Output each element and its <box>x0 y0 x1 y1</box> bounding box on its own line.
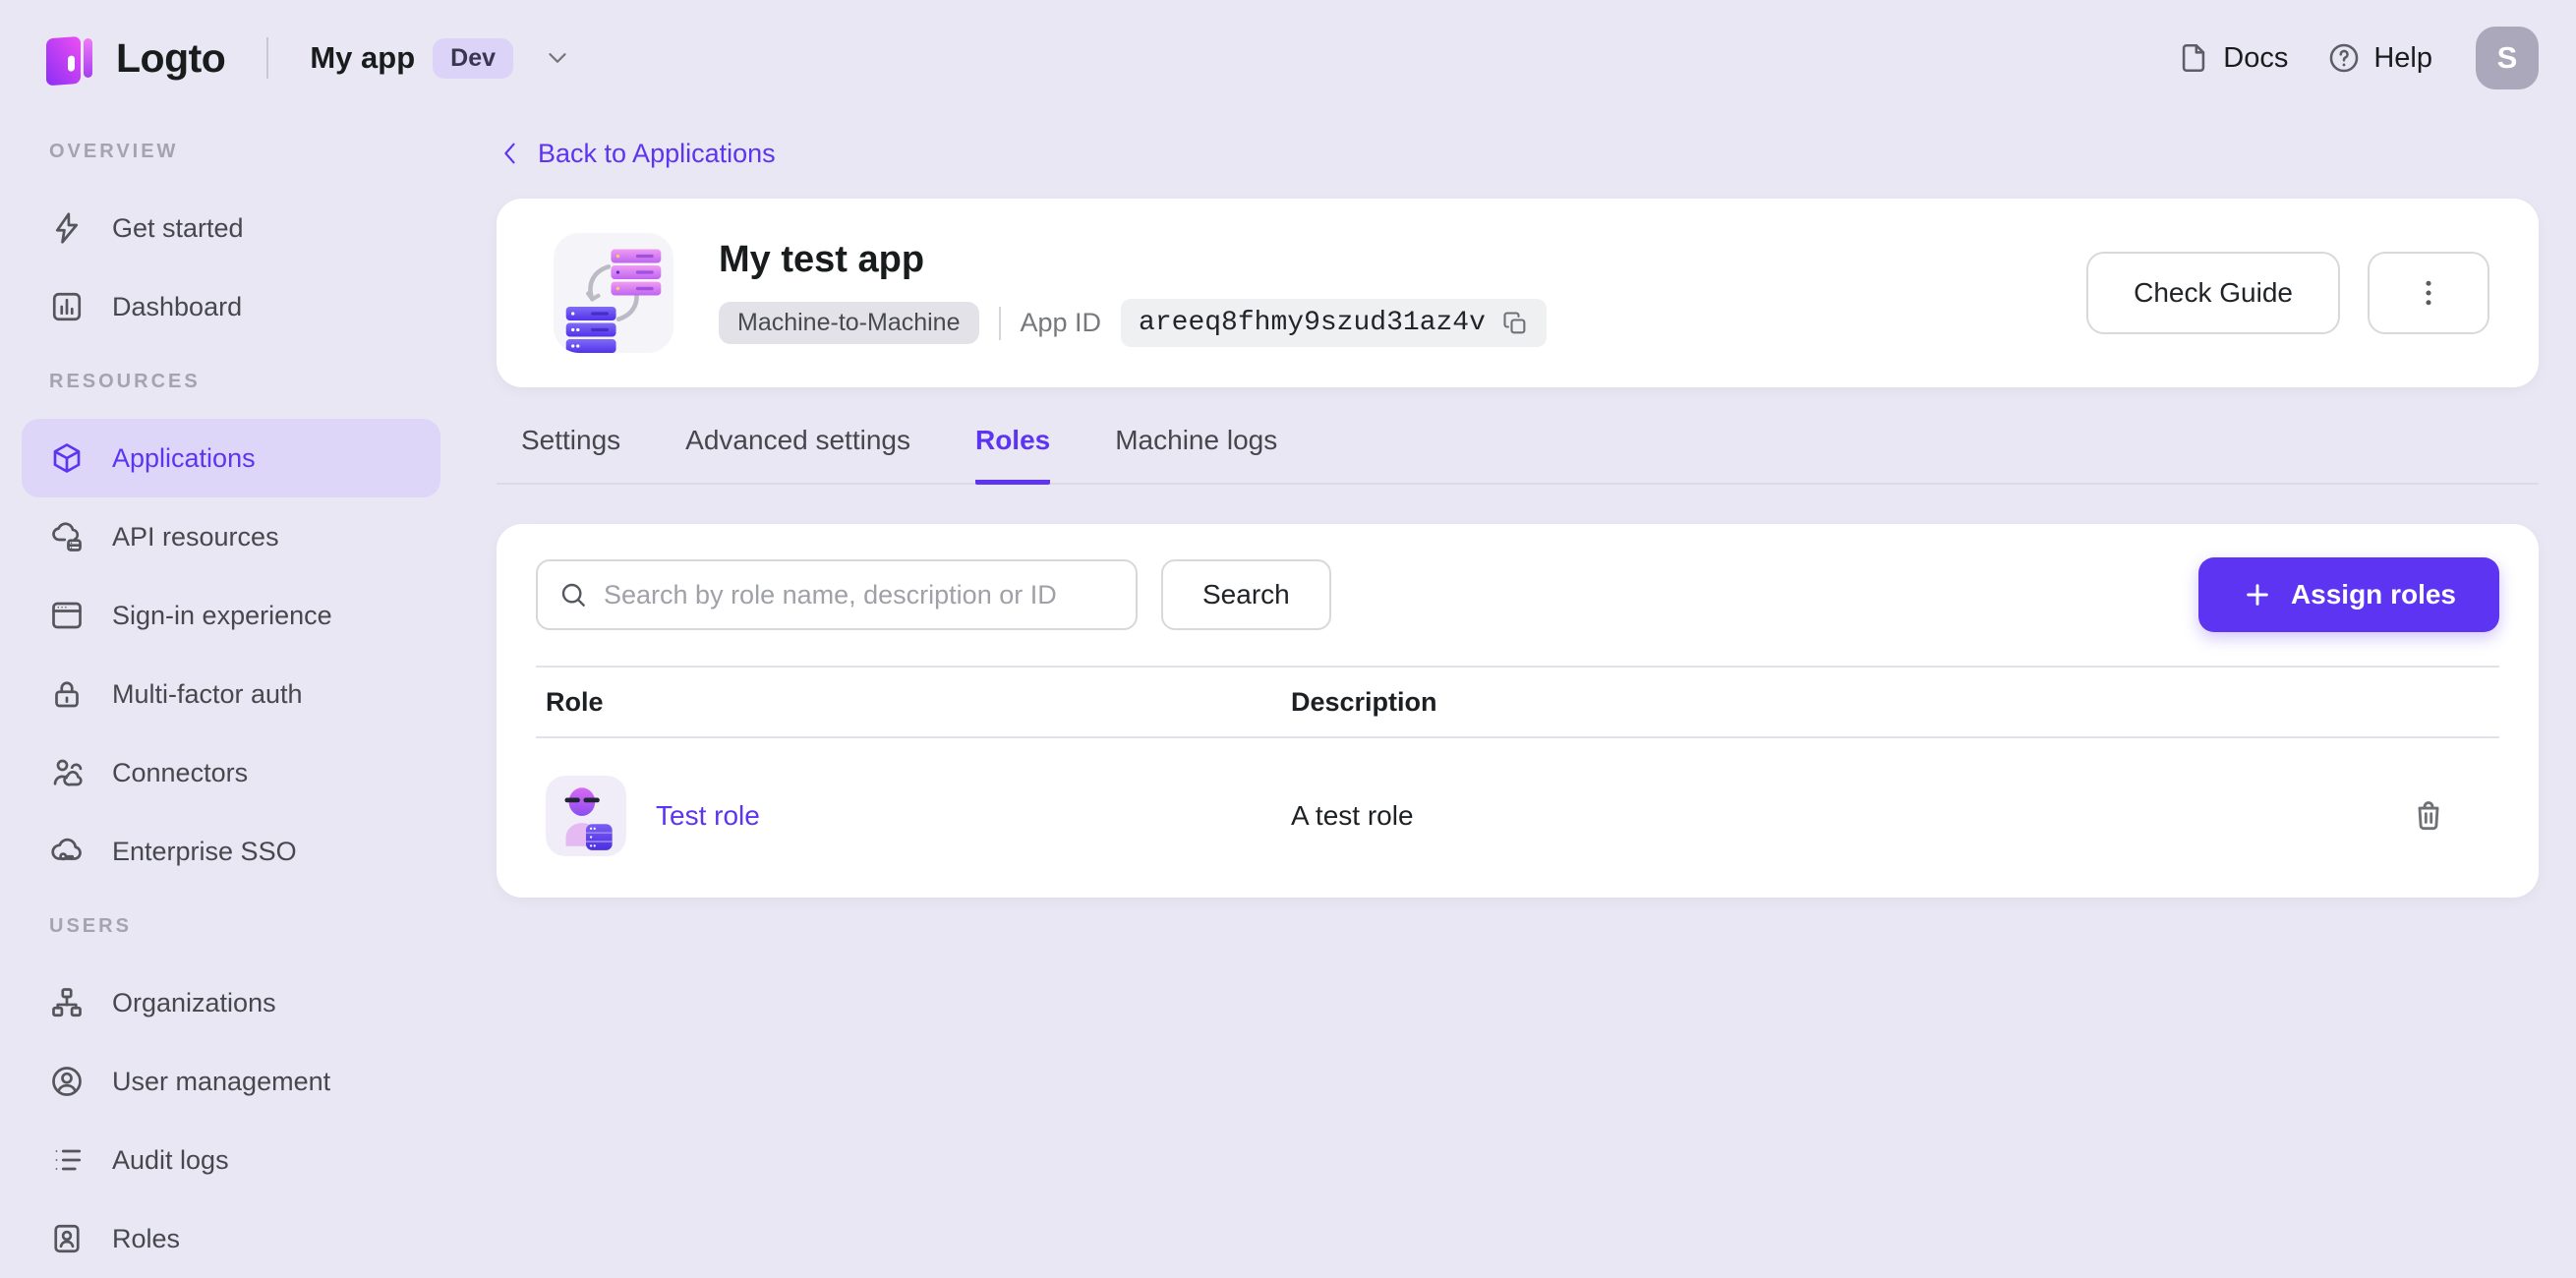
sidebar-item-organizations[interactable]: Organizations <box>22 963 440 1042</box>
search-button-label: Search <box>1202 579 1290 610</box>
cloud-key-icon <box>49 834 85 869</box>
sidebar-item-label: Sign-in experience <box>112 601 332 631</box>
sidebar-item-sign-in-experience[interactable]: Sign-in experience <box>22 576 440 655</box>
main-content: Back to Applications <box>497 116 2539 898</box>
sidebar-item-label: Applications <box>112 443 256 474</box>
logto-logo-icon <box>37 27 100 89</box>
roles-toolbar: Search Assign roles <box>536 557 2499 632</box>
more-actions-button[interactable] <box>2368 252 2489 334</box>
user-circle-icon <box>49 1064 85 1099</box>
top-bar: Logto My app Dev Docs Help S <box>0 0 2576 116</box>
app-id-chip[interactable]: areeq8fhmy9szud31az4v <box>1121 299 1547 347</box>
browser-icon <box>49 598 85 633</box>
check-guide-button[interactable]: Check Guide <box>2086 252 2340 334</box>
app-id-value: areeq8fhmy9szud31az4v <box>1139 308 1486 338</box>
sidebar-item-multi-factor-auth[interactable]: Multi-factor auth <box>22 655 440 733</box>
logto-logo[interactable]: Logto <box>37 27 225 89</box>
brand-name: Logto <box>116 35 225 82</box>
back-link-label: Back to Applications <box>538 139 776 169</box>
roles-panel: Search Assign roles Role Description <box>497 524 2539 898</box>
role-search-input[interactable] <box>604 580 1116 610</box>
role-name-link[interactable]: Test role <box>656 800 760 832</box>
person-cloud-icon <box>49 755 85 790</box>
tab-advanced-settings[interactable]: Advanced settings <box>685 425 910 483</box>
sidebar-section-users: USERS <box>49 914 462 938</box>
sidebar: OVERVIEW Get started Dashboard RESOURCES… <box>0 116 462 1274</box>
role-search-box <box>536 559 1138 630</box>
docs-button[interactable]: Docs <box>2177 41 2288 75</box>
search-button[interactable]: Search <box>1161 559 1331 630</box>
trash-icon <box>2410 797 2447 835</box>
plus-icon <box>2242 579 2273 610</box>
sidebar-item-audit-logs[interactable]: Audit logs <box>22 1121 440 1199</box>
assign-roles-button[interactable]: Assign roles <box>2198 557 2499 632</box>
app-title: My test app <box>719 239 1547 281</box>
org-chart-icon <box>49 985 85 1020</box>
column-header-description: Description <box>1291 687 2499 718</box>
help-button[interactable]: Help <box>2327 41 2432 75</box>
sidebar-item-label: Multi-factor auth <box>112 679 303 710</box>
question-circle-icon <box>2327 41 2361 75</box>
document-icon <box>2177 41 2210 75</box>
tab-settings[interactable]: Settings <box>521 425 620 483</box>
column-header-role: Role <box>536 687 1291 718</box>
sidebar-item-label: User management <box>112 1067 330 1097</box>
sidebar-item-label: Roles <box>112 1224 180 1254</box>
sidebar-item-get-started[interactable]: Get started <box>22 189 440 267</box>
tenant-switcher[interactable]: My app Dev <box>310 38 572 79</box>
sidebar-item-label: Connectors <box>112 758 248 788</box>
header-divider <box>266 37 268 79</box>
sidebar-section-resources: RESOURCES <box>49 370 462 393</box>
app-id-label: App ID <box>1021 308 1102 338</box>
chevron-down-icon <box>543 43 572 73</box>
cube-icon <box>49 440 85 476</box>
kebab-menu-icon <box>2411 275 2446 311</box>
id-card-icon <box>49 1221 85 1256</box>
sidebar-item-label: Enterprise SSO <box>112 837 297 867</box>
sidebar-item-label: Get started <box>112 213 244 244</box>
sidebar-item-connectors[interactable]: Connectors <box>22 733 440 812</box>
sidebar-item-label: API resources <box>112 522 279 552</box>
user-avatar[interactable]: S <box>2476 27 2539 89</box>
copy-icon <box>1501 310 1529 337</box>
back-to-applications-link[interactable]: Back to Applications <box>497 134 776 173</box>
cloud-server-icon <box>49 519 85 554</box>
role-description: A test role <box>1291 800 1414 831</box>
sidebar-item-dashboard[interactable]: Dashboard <box>22 267 440 346</box>
sidebar-item-api-resources[interactable]: API resources <box>22 497 440 576</box>
machine-to-machine-app-icon <box>554 233 673 353</box>
sidebar-item-user-management[interactable]: User management <box>22 1042 440 1121</box>
search-icon <box>557 579 589 610</box>
lock-icon <box>49 676 85 712</box>
lightning-icon <box>49 210 85 246</box>
tenant-name: My app <box>310 40 415 76</box>
role-icon <box>546 776 626 856</box>
assign-roles-label: Assign roles <box>2291 579 2456 610</box>
app-detail-tabs: Settings Advanced settings Roles Machine… <box>497 387 2539 485</box>
sidebar-item-label: Organizations <box>112 988 276 1018</box>
tab-machine-logs[interactable]: Machine logs <box>1115 425 1277 483</box>
delete-role-button[interactable] <box>2407 794 2450 838</box>
docs-label: Docs <box>2223 42 2288 75</box>
list-icon <box>49 1142 85 1178</box>
roles-table: Role Description <box>536 666 2499 894</box>
check-guide-label: Check Guide <box>2134 277 2293 309</box>
tab-roles[interactable]: Roles <box>975 425 1050 485</box>
sidebar-item-label: Audit logs <box>112 1145 229 1176</box>
avatar-initial: S <box>2497 40 2518 76</box>
chevron-left-icon <box>497 140 524 167</box>
app-type-badge: Machine-to-Machine <box>719 302 979 344</box>
meta-divider <box>999 307 1001 340</box>
sidebar-item-applications[interactable]: Applications <box>22 419 440 497</box>
sidebar-item-label: Dashboard <box>112 292 242 322</box>
roles-table-header: Role Description <box>536 666 2499 738</box>
help-label: Help <box>2373 42 2432 75</box>
dev-badge: Dev <box>433 38 513 79</box>
dashboard-icon <box>49 289 85 324</box>
sidebar-item-enterprise-sso[interactable]: Enterprise SSO <box>22 812 440 891</box>
app-header-card: My test app Machine-to-Machine App ID ar… <box>497 199 2539 387</box>
sidebar-item-roles[interactable]: Roles <box>22 1199 440 1278</box>
table-row: Test role A test role <box>536 738 2499 894</box>
sidebar-section-overview: OVERVIEW <box>49 140 462 163</box>
